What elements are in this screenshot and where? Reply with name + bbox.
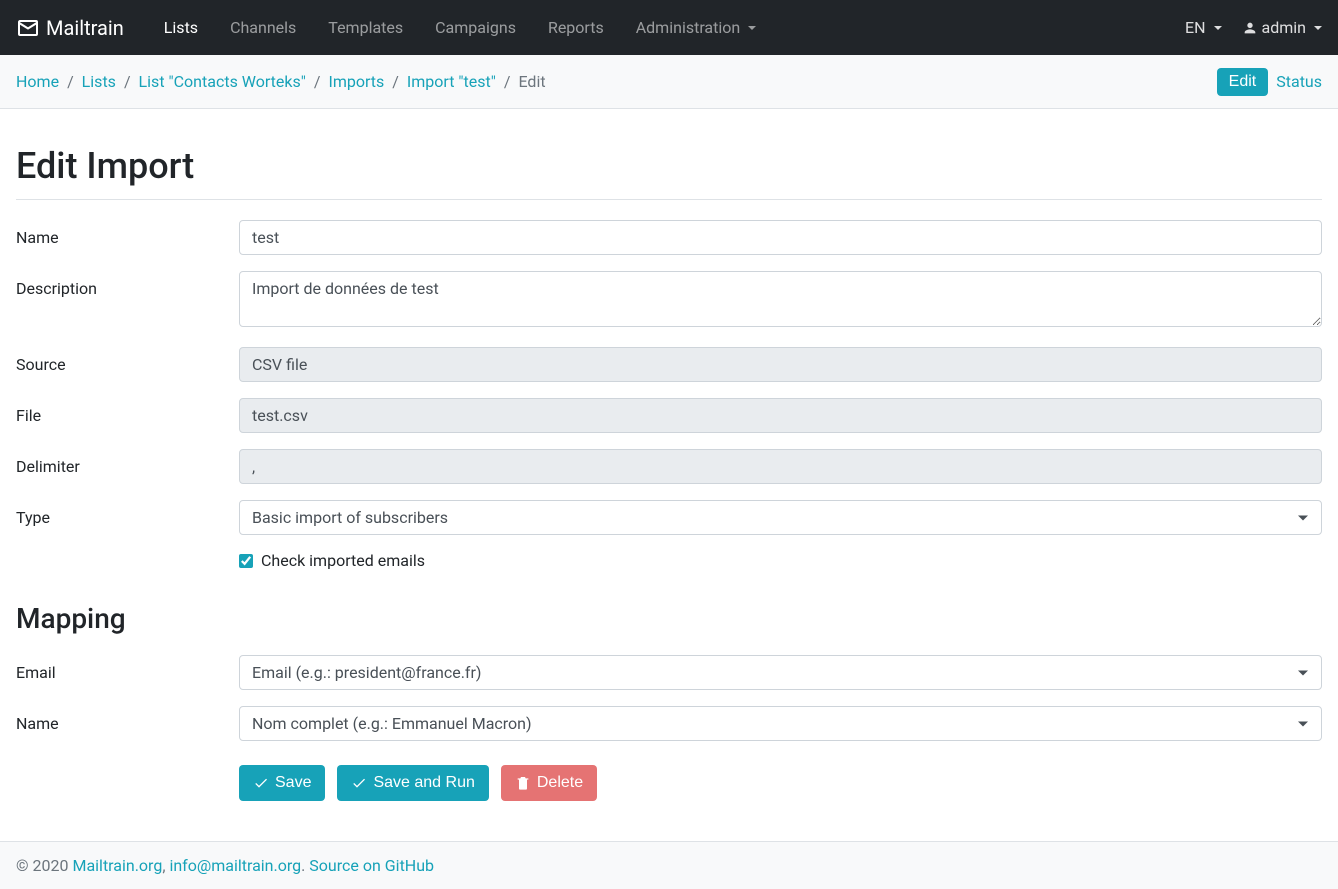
- footer: © 2020 Mailtrain.org, info@mailtrain.org…: [0, 841, 1338, 889]
- footer-copyright: © 2020: [16, 856, 72, 875]
- subheader: Home / Lists / List "Contacts Worteks" /…: [0, 55, 1338, 109]
- label-file: File: [16, 398, 239, 425]
- row-mapping-email: Email Email (e.g.: president@france.fr): [16, 655, 1322, 690]
- footer-link-site[interactable]: Mailtrain.org: [72, 856, 162, 875]
- nav-channels[interactable]: Channels: [230, 18, 296, 37]
- breadcrumb-sep: /: [504, 72, 511, 91]
- breadcrumb-home[interactable]: Home: [16, 72, 59, 91]
- row-check-emails: Check imported emails: [16, 551, 1322, 570]
- label-name: Name: [16, 220, 239, 247]
- breadcrumb: Home / Lists / List "Contacts Worteks" /…: [16, 72, 1217, 91]
- tabs: Edit Status: [1217, 67, 1322, 96]
- breadcrumb-lists[interactable]: Lists: [82, 72, 116, 91]
- navbar: Mailtrain Lists Channels Templates Campa…: [0, 0, 1338, 55]
- textarea-description[interactable]: Import de données de test: [239, 271, 1322, 327]
- tab-edit[interactable]: Edit: [1217, 68, 1269, 96]
- brand[interactable]: Mailtrain: [16, 16, 124, 40]
- footer-link-email[interactable]: info@mailtrain.org: [169, 856, 301, 875]
- nav-links: Lists Channels Templates Campaigns Repor…: [164, 18, 1185, 37]
- breadcrumb-sep: /: [67, 72, 74, 91]
- main-content: Edit Import Name Description Import de d…: [0, 109, 1338, 833]
- footer-link-github[interactable]: Source on GitHub: [309, 856, 434, 875]
- checkbox-check-emails[interactable]: [239, 554, 253, 568]
- row-name: Name: [16, 220, 1322, 255]
- mapping-title: Mapping: [16, 602, 1322, 635]
- breadcrumb-current: Edit: [518, 72, 545, 91]
- row-buttons: Save Save and Run Delete: [16, 757, 1322, 801]
- breadcrumb-sep: /: [124, 72, 131, 91]
- row-delimiter: Delimiter: [16, 449, 1322, 484]
- select-mapping-name[interactable]: Nom complet (e.g.: Emmanuel Macron): [239, 706, 1322, 741]
- delete-button-label: Delete: [537, 774, 583, 792]
- check-icon: [351, 775, 367, 791]
- nav-administration[interactable]: Administration: [636, 18, 757, 37]
- nav-right: EN admin: [1185, 18, 1322, 37]
- select-mapping-email[interactable]: Email (e.g.: president@france.fr): [239, 655, 1322, 690]
- select-type[interactable]: Basic import of subscribers: [239, 500, 1322, 535]
- nav-templates[interactable]: Templates: [328, 18, 403, 37]
- label-check-emails: Check imported emails: [261, 551, 425, 570]
- breadcrumb-imports[interactable]: Imports: [329, 72, 385, 91]
- label-description: Description: [16, 271, 239, 298]
- label-mapping-name: Name: [16, 706, 239, 733]
- trash-icon: [515, 775, 531, 791]
- brand-text: Mailtrain: [46, 16, 124, 40]
- save-run-button-label: Save and Run: [373, 774, 474, 792]
- breadcrumb-sep: /: [392, 72, 399, 91]
- label-delimiter: Delimiter: [16, 449, 239, 476]
- envelope-icon: [16, 16, 40, 40]
- nav-lists[interactable]: Lists: [164, 18, 198, 37]
- row-source: Source: [16, 347, 1322, 382]
- row-description: Description Import de données de test: [16, 271, 1322, 331]
- breadcrumb-sep: /: [314, 72, 321, 91]
- input-source: [239, 347, 1322, 382]
- user-menu[interactable]: admin: [1242, 18, 1322, 37]
- label-source: Source: [16, 347, 239, 374]
- breadcrumb-import-test[interactable]: Import "test": [407, 72, 496, 91]
- check-icon: [253, 775, 269, 791]
- nav-campaigns[interactable]: Campaigns: [435, 18, 516, 37]
- page-title: Edit Import: [16, 145, 1322, 187]
- user-icon: [1242, 20, 1258, 36]
- save-button[interactable]: Save: [239, 765, 325, 801]
- lang-selector[interactable]: EN: [1185, 18, 1222, 37]
- label-mapping-email: Email: [16, 655, 239, 682]
- delete-button[interactable]: Delete: [501, 765, 597, 801]
- row-mapping-name: Name Nom complet (e.g.: Emmanuel Macron): [16, 706, 1322, 741]
- input-file: [239, 398, 1322, 433]
- nav-reports[interactable]: Reports: [548, 18, 604, 37]
- row-file: File: [16, 398, 1322, 433]
- divider: [16, 199, 1322, 200]
- row-type: Type Basic import of subscribers: [16, 500, 1322, 535]
- tab-status[interactable]: Status: [1276, 67, 1322, 96]
- save-button-label: Save: [275, 774, 311, 792]
- user-name: admin: [1262, 18, 1306, 37]
- save-run-button[interactable]: Save and Run: [337, 765, 488, 801]
- breadcrumb-list-contacts[interactable]: List "Contacts Worteks": [139, 72, 306, 91]
- label-type: Type: [16, 500, 239, 527]
- input-delimiter: [239, 449, 1322, 484]
- input-name[interactable]: [239, 220, 1322, 255]
